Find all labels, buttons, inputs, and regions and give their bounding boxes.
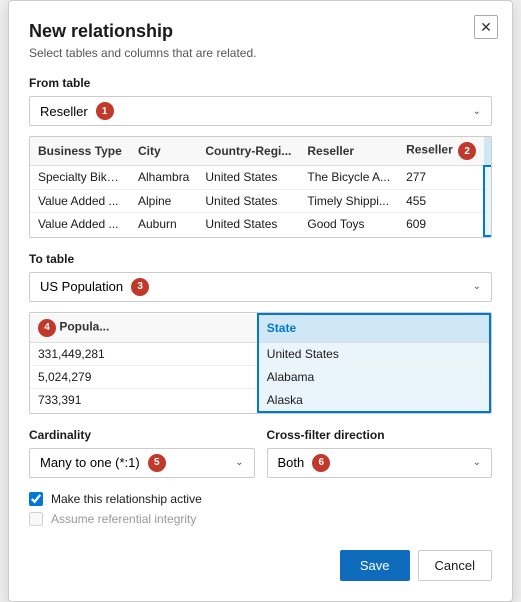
cardinality-crossfilter-row: Cardinality Many to one (*:1) 5 ⌄ Cross-… bbox=[29, 428, 492, 478]
col-business-type[interactable]: Business Type bbox=[30, 137, 130, 166]
col-country[interactable]: Country-Regi... bbox=[197, 137, 299, 166]
col-state[interactable]: State bbox=[258, 314, 490, 343]
cell: Specialty Bike... bbox=[30, 166, 130, 190]
cell-state: California bbox=[484, 166, 492, 190]
from-table-badge: 1 bbox=[96, 102, 114, 120]
cardinality-value: Many to one (*:1) bbox=[40, 455, 140, 470]
col-city[interactable]: City bbox=[130, 137, 197, 166]
dialog-subtitle: Select tables and columns that are relat… bbox=[29, 46, 492, 60]
cardinality-chevron-icon: ⌄ bbox=[235, 457, 243, 468]
cell: 277 bbox=[398, 166, 484, 190]
col-state-province[interactable]: State-Province bbox=[484, 137, 492, 166]
crossfilter-chevron-icon: ⌄ bbox=[473, 457, 481, 468]
dialog-title: New relationship bbox=[29, 21, 492, 42]
footer-buttons: Save Cancel bbox=[29, 550, 492, 581]
cell: 5,024,279 bbox=[30, 365, 258, 388]
table-row: 331,449,281 United States bbox=[30, 342, 490, 365]
referential-integrity-label: Assume referential integrity bbox=[51, 512, 196, 526]
crossfilter-dropdown[interactable]: Both 6 ⌄ bbox=[267, 448, 493, 478]
cardinality-badge: 5 bbox=[148, 454, 166, 472]
cell: 733,391 bbox=[30, 388, 258, 412]
table-row: 733,391 Alaska bbox=[30, 388, 490, 412]
cardinality-dropdown[interactable]: Many to one (*:1) 5 ⌄ bbox=[29, 448, 255, 478]
population-badge: 4 bbox=[38, 319, 56, 337]
save-button[interactable]: Save bbox=[340, 550, 410, 581]
table-row: Specialty Bike... Alhambra United States… bbox=[30, 166, 492, 190]
cell-state: United States bbox=[258, 342, 490, 365]
active-relationship-label: Make this relationship active bbox=[51, 492, 202, 506]
cell: 609 bbox=[398, 212, 484, 236]
to-table-label: To table bbox=[29, 252, 492, 266]
referential-integrity-checkbox[interactable] bbox=[29, 512, 43, 526]
cell: Auburn bbox=[130, 212, 197, 236]
from-table-dropdown[interactable]: Reseller 1 ⌄ bbox=[29, 96, 492, 126]
active-relationship-row: Make this relationship active bbox=[29, 492, 492, 506]
cell: Value Added ... bbox=[30, 212, 130, 236]
from-table-label: From table bbox=[29, 76, 492, 90]
cell: Timely Shippi... bbox=[299, 189, 398, 212]
cell: United States bbox=[197, 189, 299, 212]
active-relationship-checkbox[interactable] bbox=[29, 492, 43, 506]
crossfilter-label: Cross-filter direction bbox=[267, 428, 493, 442]
col-reseller[interactable]: Reseller bbox=[299, 137, 398, 166]
cancel-button[interactable]: Cancel bbox=[418, 550, 492, 581]
to-table-value: US Population bbox=[40, 279, 123, 294]
cell-state: California bbox=[484, 212, 492, 236]
cell-state: Alaska bbox=[258, 388, 490, 412]
to-table-badge: 3 bbox=[131, 278, 149, 296]
crossfilter-badge: 6 bbox=[312, 454, 330, 472]
to-table-dropdown[interactable]: US Population 3 ⌄ bbox=[29, 272, 492, 302]
crossfilter-group: Cross-filter direction Both 6 ⌄ bbox=[267, 428, 493, 478]
table-row: Value Added ... Auburn United States Goo… bbox=[30, 212, 492, 236]
from-table-grid: Business Type City Country-Regi... Resel… bbox=[29, 136, 492, 238]
cell: United States bbox=[197, 212, 299, 236]
col-reseller2[interactable]: Reseller 2 bbox=[398, 137, 484, 166]
cell-state: California bbox=[484, 189, 492, 212]
cardinality-group: Cardinality Many to one (*:1) 5 ⌄ bbox=[29, 428, 255, 478]
crossfilter-value: Both bbox=[278, 455, 305, 470]
to-table-chevron-icon: ⌄ bbox=[473, 281, 481, 292]
cell: Good Toys bbox=[299, 212, 398, 236]
cell: Alpine bbox=[130, 189, 197, 212]
from-table-value: Reseller bbox=[40, 104, 88, 119]
col-population[interactable]: 4 Popula... bbox=[30, 314, 258, 343]
referential-integrity-row: Assume referential integrity bbox=[29, 512, 492, 526]
reseller-badge: 2 bbox=[458, 142, 476, 160]
cell: 331,449,281 bbox=[30, 342, 258, 365]
cell: 455 bbox=[398, 189, 484, 212]
table-row: Value Added ... Alpine United States Tim… bbox=[30, 189, 492, 212]
cell: Alhambra bbox=[130, 166, 197, 190]
new-relationship-dialog: ✕ New relationship Select tables and col… bbox=[8, 0, 513, 602]
to-table-grid: 4 Popula... State 331,449,281 United Sta… bbox=[29, 312, 492, 414]
cell: The Bicycle A... bbox=[299, 166, 398, 190]
table-row: 5,024,279 Alabama bbox=[30, 365, 490, 388]
from-table-chevron-icon: ⌄ bbox=[473, 106, 481, 117]
cell: United States bbox=[197, 166, 299, 190]
close-button[interactable]: ✕ bbox=[474, 15, 498, 39]
cell-state: Alabama bbox=[258, 365, 490, 388]
cell: Value Added ... bbox=[30, 189, 130, 212]
cardinality-label: Cardinality bbox=[29, 428, 255, 442]
